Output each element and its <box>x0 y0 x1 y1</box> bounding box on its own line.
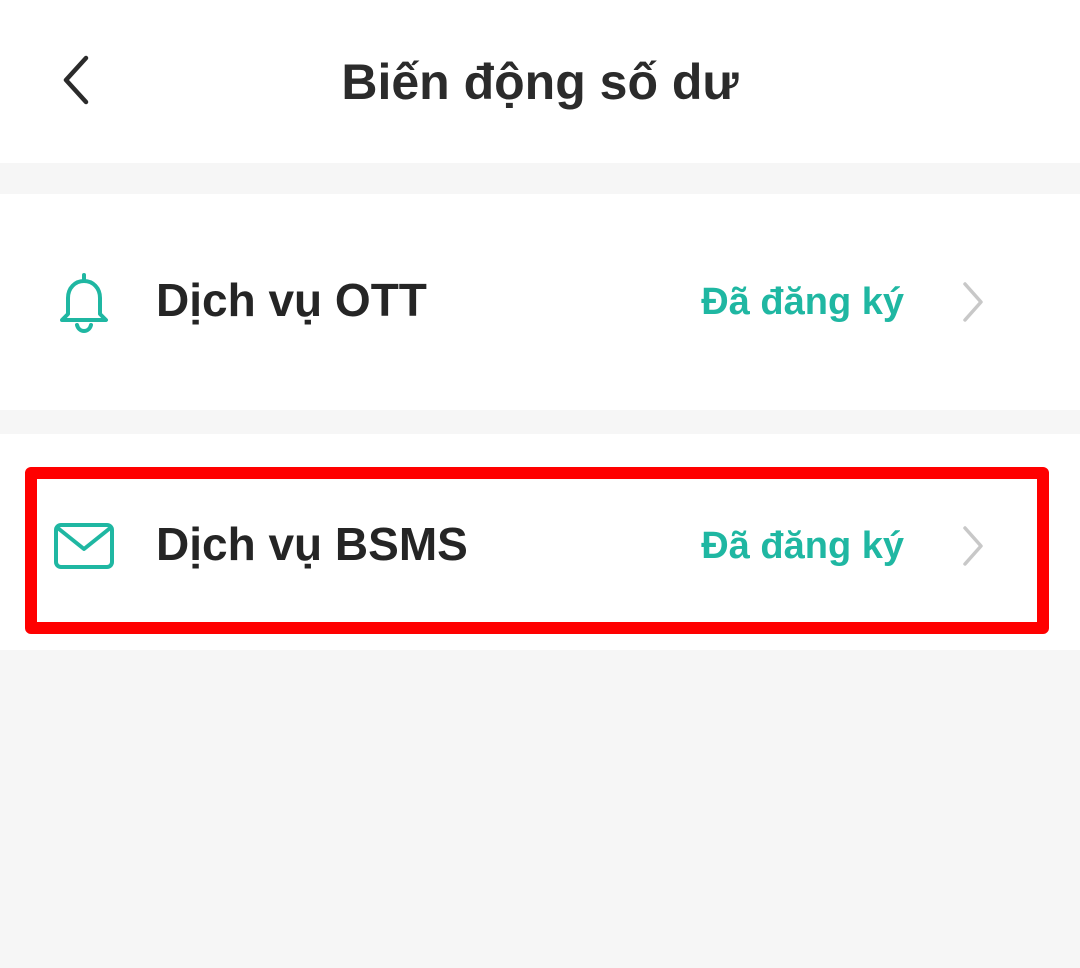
service-row-bsms[interactable]: Dịch vụ BSMS Đã đăng ký <box>0 484 1080 604</box>
chevron-right-icon <box>950 522 994 570</box>
service-card-bsms: Dịch vụ BSMS Đã đăng ký <box>0 434 1080 650</box>
chevron-right-icon <box>950 278 994 326</box>
service-label: Dịch vụ OTT <box>156 274 427 326</box>
service-label: Dịch vụ BSMS <box>156 518 468 570</box>
page-title: Biến động số dư <box>341 54 739 110</box>
app-header: Biến động số dư <box>0 0 1080 163</box>
bell-icon <box>52 270 116 334</box>
envelope-icon <box>52 514 116 578</box>
service-card-ott: Dịch vụ OTT Đã đăng ký <box>0 194 1080 410</box>
service-status: Đã đăng ký <box>701 525 904 567</box>
service-row-ott[interactable]: Dịch vụ OTT Đã đăng ký <box>0 240 1080 360</box>
service-status: Đã đăng ký <box>701 281 904 323</box>
